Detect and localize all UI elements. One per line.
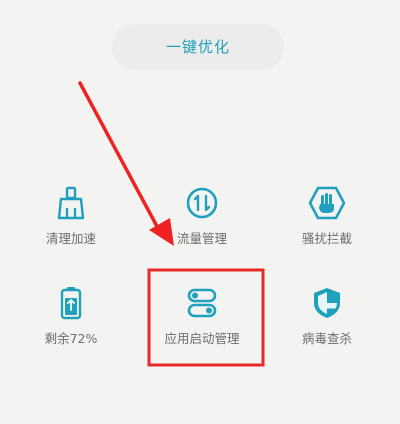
- tool-label: 剩余72%: [44, 331, 98, 346]
- tool-label: 流量管理: [176, 231, 227, 246]
- tool-virus-scan[interactable]: 病毒查杀: [272, 286, 382, 347]
- tool-label: 清理加速: [45, 231, 96, 246]
- tool-harassment-block[interactable]: 骚扰拦截: [272, 186, 382, 247]
- data-usage-icon: [186, 187, 218, 219]
- tool-label: 应用启动管理: [164, 331, 240, 346]
- tool-battery[interactable]: 剩余72%: [16, 286, 126, 347]
- app-launch-toggle-icon: [187, 288, 217, 318]
- broom-icon: [57, 186, 85, 220]
- tool-data-usage[interactable]: 流量管理: [147, 186, 257, 247]
- shield-icon: [314, 288, 340, 318]
- tool-label: 病毒查杀: [301, 331, 352, 346]
- battery-icon: [60, 287, 82, 320]
- tool-cleanup-speedup[interactable]: 清理加速: [16, 186, 126, 247]
- tool-label: 骚扰拦截: [301, 231, 352, 246]
- tool-app-launch-management[interactable]: 应用启动管理: [147, 286, 257, 347]
- one-tap-optimize-button[interactable]: 一键优化: [112, 24, 284, 70]
- hand-block-icon: [308, 186, 346, 220]
